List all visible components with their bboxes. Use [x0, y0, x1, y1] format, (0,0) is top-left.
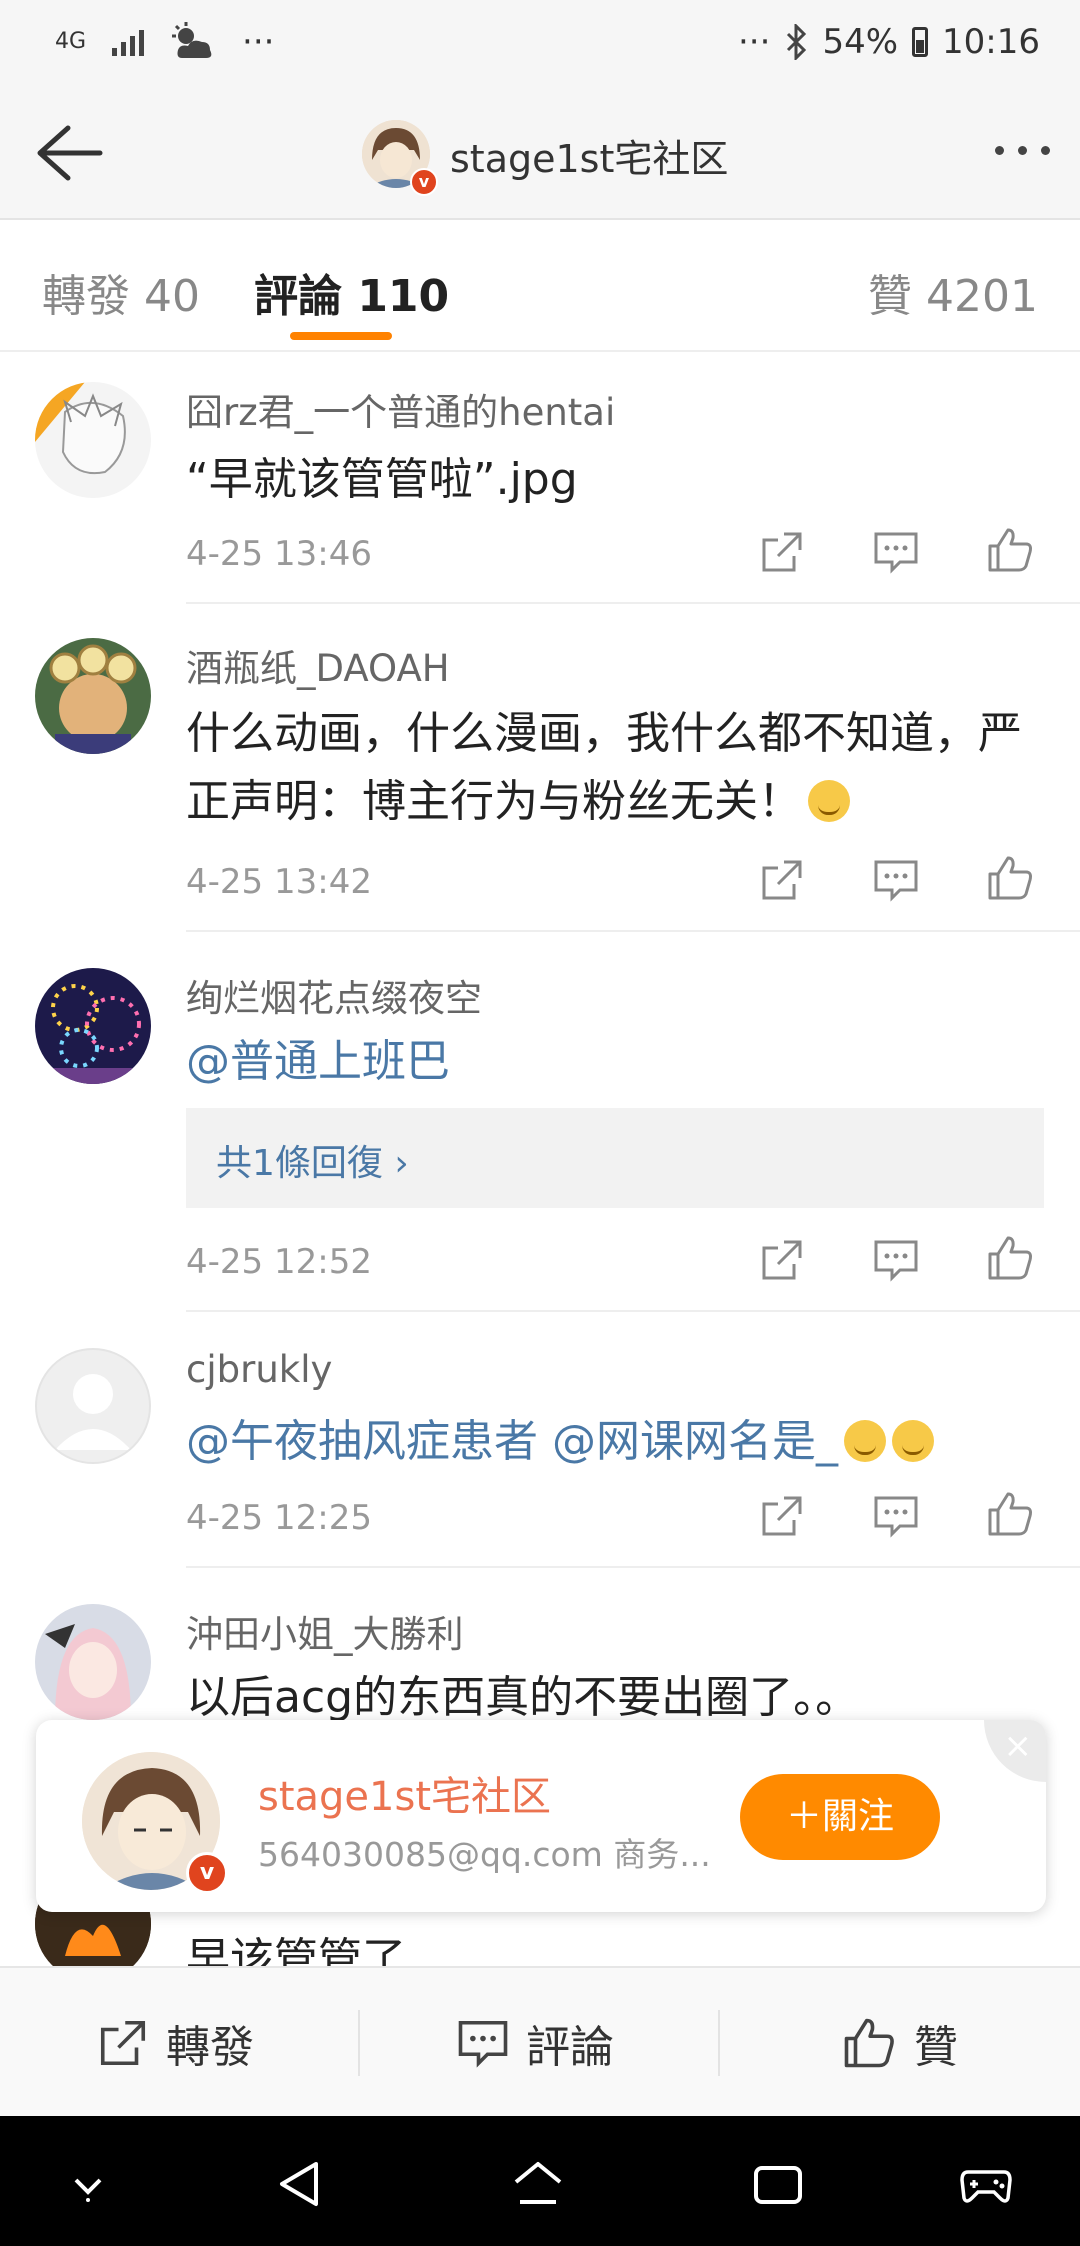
like-icon[interactable] [986, 526, 1034, 574]
battery-icon [912, 27, 929, 57]
card-account-desc: 564030085@qq.com 商务... [258, 1835, 711, 1874]
repost-label: 轉發 [166, 2022, 254, 2073]
tab-bar: 轉發 40 評論 110 贊 4201 [0, 220, 1080, 352]
comment-time: 4-25 13:42 [186, 862, 372, 902]
share-icon[interactable] [758, 528, 806, 576]
divider [186, 1310, 1080, 1312]
verified-badge: v [410, 168, 438, 196]
repost-icon [100, 2020, 146, 2066]
divider [186, 1566, 1080, 1568]
comment-text: @午夜抽风症患者 @网课网名是_ [186, 1408, 1046, 1476]
avatar[interactable] [35, 382, 151, 498]
status-more: ··· [242, 22, 275, 62]
comment-username[interactable]: 酒瓶纸_DAOAH [186, 638, 450, 692]
nav-home-icon[interactable] [512, 2158, 564, 2210]
comment-icon [458, 2020, 508, 2068]
comment-time: 4-25 12:25 [186, 1498, 372, 1538]
more-options-icon[interactable] [995, 146, 1050, 155]
separator [718, 2010, 720, 2076]
divider [186, 930, 1080, 932]
tab-comments[interactable]: 評論 110 [254, 260, 449, 324]
comment-text: @普通上班巴 [186, 1028, 1046, 1096]
comment-text: “早就该管管啦”.jpg [186, 454, 578, 505]
comment-username[interactable]: 沖田小姐_大勝利 [186, 1604, 464, 1658]
verified-badge: v [186, 1852, 228, 1894]
like-icon [844, 2018, 894, 2068]
back-arrow-icon[interactable] [28, 118, 108, 188]
status-bar: 4G ··· ··· 54% 10:16 [0, 0, 1080, 90]
reply-icon[interactable] [872, 1236, 920, 1284]
follow-suggestion-card[interactable]: v stage1st宅社区 564030085@qq.com 商务... ＋關注… [36, 1720, 1046, 1912]
comment-time: 4-25 13:46 [186, 534, 372, 574]
mention-link[interactable]: @普通上班巴 [186, 1036, 450, 1087]
separator [358, 2010, 360, 2076]
close-card-button[interactable]: × [984, 1720, 1046, 1782]
bluetooth-icon [787, 24, 807, 60]
reply-thread-box[interactable]: 共1條回復 › [186, 1108, 1044, 1208]
share-icon[interactable] [758, 1236, 806, 1284]
card-account-name[interactable]: stage1st宅社区 [258, 1764, 551, 1822]
like-icon[interactable] [986, 1490, 1034, 1538]
reply-icon[interactable] [872, 856, 920, 904]
battery-percent: 54% [822, 22, 899, 62]
comment-label: 評論 [526, 2022, 614, 2073]
tab-repost[interactable]: 轉發 40 [42, 260, 200, 324]
mention-link[interactable]: @午夜抽风症患者 [186, 1416, 538, 1467]
avatar[interactable] [35, 1348, 151, 1464]
share-icon[interactable] [758, 1492, 806, 1540]
hide-keyboard-icon[interactable] [62, 2158, 114, 2210]
like-icon[interactable] [986, 1234, 1034, 1282]
comment-text-content: 什么动画，什么漫画，我什么都不知道，严正声明：博主行为与粉丝无关！ [186, 708, 1022, 827]
nav-back-icon[interactable] [274, 2158, 326, 2210]
emoji-icon [844, 1420, 886, 1462]
page-title[interactable]: stage1st宅社区 [450, 128, 728, 183]
gamepad-icon[interactable] [960, 2158, 1012, 2210]
divider [186, 602, 1080, 604]
view-replies-link[interactable]: 共1條回復 › [216, 1134, 409, 1186]
avatar[interactable] [35, 1604, 151, 1720]
comment-username[interactable]: 绚烂烟花点缀夜空 [186, 968, 482, 1022]
tab-likes[interactable]: 贊 4201 [868, 260, 1038, 324]
active-tab-indicator [290, 332, 392, 340]
comment-button[interactable]: 評論 [456, 1968, 614, 2118]
comment-username[interactable]: 囧rz君_一个普通的hentai [186, 382, 615, 436]
signal-icon [112, 28, 145, 56]
mention-link[interactable]: @网课网名是_ [552, 1416, 838, 1467]
like-button[interactable]: 贊 [842, 1968, 958, 2118]
repost-button[interactable]: 轉發 [96, 1968, 254, 2118]
close-icon: × [1003, 1726, 1033, 1766]
follow-button[interactable]: ＋關注 [740, 1774, 940, 1860]
avatar[interactable] [35, 638, 151, 754]
reply-icon[interactable] [872, 528, 920, 576]
avatar[interactable] [35, 968, 151, 1084]
weather-icon [172, 22, 212, 58]
network-indicator: 4G [55, 29, 87, 54]
comment-time: 4-25 12:52 [186, 1242, 372, 1282]
reply-icon[interactable] [872, 1492, 920, 1540]
clock: 10:16 [942, 22, 1040, 62]
nav-recents-icon[interactable] [752, 2158, 804, 2210]
top-header: v stage1st宅社区 [0, 90, 1080, 220]
emoji-icon [808, 780, 850, 822]
comment-username[interactable]: cjbrukly [186, 1348, 332, 1391]
system-nav-bar [0, 2116, 1080, 2246]
status-more-right: ··· [738, 22, 771, 62]
emoji-icon [892, 1420, 934, 1462]
like-icon[interactable] [986, 854, 1034, 902]
bottom-action-bar: 轉發 評論 贊 [0, 1966, 1080, 2118]
comment-text: 什么动画，什么漫画，我什么都不知道，严正声明：博主行为与粉丝无关！ [186, 700, 1046, 836]
share-icon[interactable] [758, 856, 806, 904]
like-label: 贊 [914, 2022, 958, 2073]
